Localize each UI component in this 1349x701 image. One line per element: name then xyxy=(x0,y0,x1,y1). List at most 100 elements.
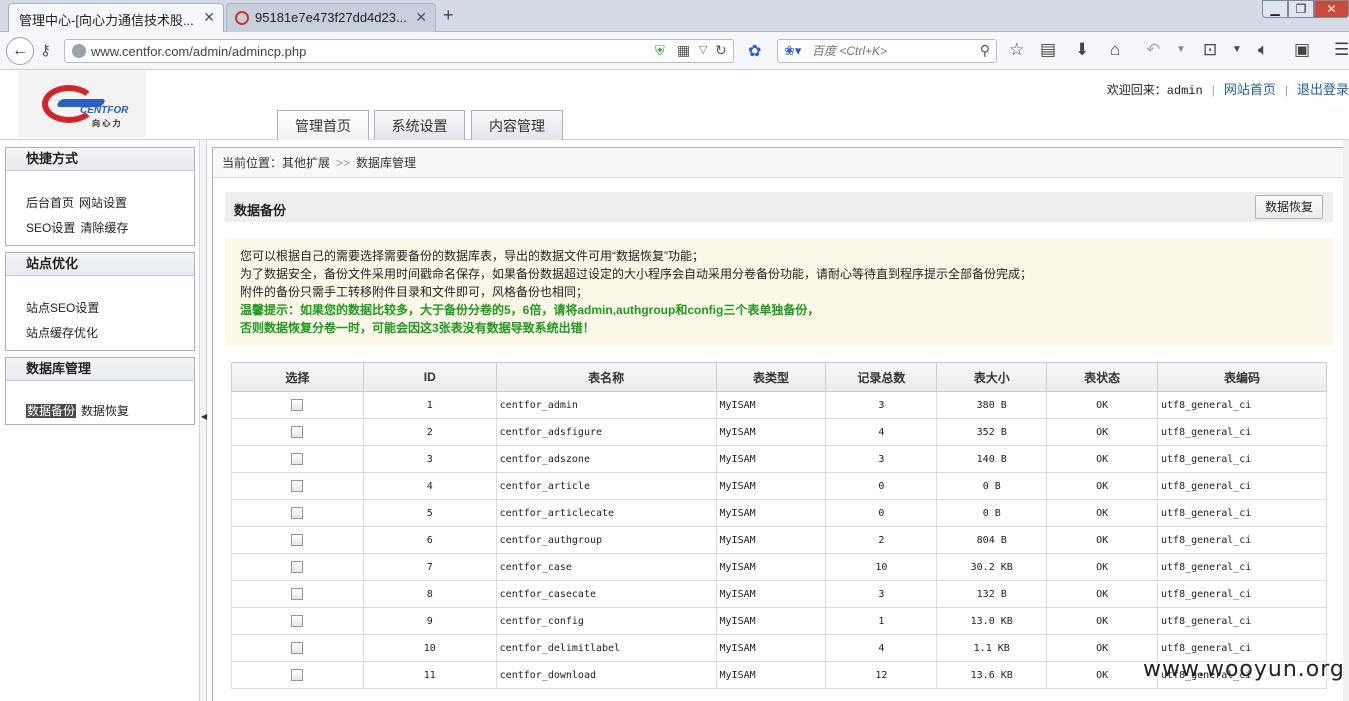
row-checkbox[interactable] xyxy=(291,426,304,438)
qrcode-icon[interactable]: ▦ xyxy=(677,42,690,59)
watermark: www.wooyun.org xyxy=(1143,657,1345,682)
table-name-cell: centfor_adsfigure xyxy=(495,418,717,446)
key-icon[interactable]: ⚷ xyxy=(40,41,51,59)
row-checkbox[interactable] xyxy=(291,534,304,546)
baidu-paw-icon[interactable]: ❀▾ xyxy=(784,43,801,59)
reader-icon[interactable]: ▣ xyxy=(1294,40,1310,60)
browser-tab-admin[interactable]: 管理中心-[向心力通信技术股... ✕ xyxy=(8,3,224,32)
search-icon[interactable]: ⚲ xyxy=(980,42,990,59)
download-icon[interactable]: ⬇ xyxy=(1075,40,1089,60)
reading-list-icon[interactable]: ▤ xyxy=(1040,40,1056,60)
site-home-link[interactable]: 网站首页 xyxy=(1224,82,1276,97)
table-size-cell: 352 B xyxy=(936,418,1048,446)
table-row: 9 centfor_config MyISAM 1 13.0 KB OK utf8_gene… xyxy=(231,607,1327,635)
tab-title: 95181e7e473f27dd4d23... xyxy=(255,10,407,25)
panel-title: 数据备份 xyxy=(234,203,287,218)
centfor-logo[interactable]: CENTFOR 向 心 力 xyxy=(18,71,146,138)
sidebar-item-admin-home[interactable]: 后台首页 xyxy=(26,196,74,210)
table-status-cell: OK xyxy=(1046,634,1159,662)
row-checkbox[interactable] xyxy=(291,669,304,681)
chevron-down-icon[interactable]: ▽ xyxy=(699,43,707,56)
table-type-cell: MyISAM xyxy=(715,445,827,473)
admin-header: CENTFOR 向 心 力 管理首页 系统设置 内容管理 欢迎回来：admin |… xyxy=(0,71,1349,140)
star-icon[interactable]: ☆ xyxy=(1009,40,1024,60)
bookmark-flower-icon[interactable]: ✿ xyxy=(748,41,761,61)
id-cell: 3 xyxy=(362,445,497,473)
select-cell xyxy=(231,580,364,608)
sidebar-section-title: 站点优化 xyxy=(6,253,194,276)
table-name-cell: centfor_case xyxy=(495,553,717,581)
search-box[interactable]: ❀▾ ⚲ xyxy=(777,39,997,63)
row-checkbox[interactable] xyxy=(291,642,304,654)
speaker-icon[interactable]: 🔈︎ xyxy=(1258,40,1268,60)
address-bar[interactable]: www.centfor.com/admin/admincp.php ⛨ ▦ ▽ … xyxy=(64,39,734,63)
new-tab-button[interactable]: + xyxy=(443,5,454,26)
table-type-cell: MyISAM xyxy=(715,634,827,662)
minimize-icon[interactable]: ▁ xyxy=(1262,0,1288,18)
collapse-arrow-icon[interactable]: ◀ xyxy=(201,412,207,421)
sidebar-splitter[interactable]: ◀ xyxy=(199,140,207,701)
window-close-icon[interactable]: ✕ xyxy=(1314,0,1349,18)
back-arrow-icon[interactable]: ← xyxy=(6,37,34,65)
sidebar-item-cache-optimize[interactable]: 站点缓存优化 xyxy=(26,326,98,340)
chevron-down-icon[interactable]: ▼ xyxy=(1176,44,1186,55)
sidebar-item-data-backup[interactable]: 数据备份 xyxy=(26,404,77,418)
id-cell: 6 xyxy=(362,526,497,554)
home-icon[interactable]: ⌂ xyxy=(1110,40,1120,60)
select-cell xyxy=(231,634,364,662)
sidebar-item-data-restore[interactable]: 数据恢复 xyxy=(81,404,129,418)
logo-subtitle: 向 心 力 xyxy=(92,119,121,128)
close-icon[interactable]: ✕ xyxy=(415,9,427,26)
tab-admin-home[interactable]: 管理首页 xyxy=(277,110,369,140)
table-name-cell: centfor_casecate xyxy=(495,580,717,608)
id-cell: 11 xyxy=(362,661,497,689)
id-cell: 9 xyxy=(362,607,497,635)
id-cell: 5 xyxy=(362,499,497,527)
row-checkbox[interactable] xyxy=(291,615,304,627)
row-checkbox[interactable] xyxy=(291,507,304,519)
menu-icon[interactable]: ☰ xyxy=(1334,40,1349,60)
select-cell xyxy=(231,661,364,689)
reload-icon[interactable]: ↻ xyxy=(715,42,727,59)
shield-icon[interactable]: ⛨ xyxy=(655,43,665,59)
close-icon[interactable]: ✕ xyxy=(203,9,215,26)
select-cell xyxy=(231,607,364,635)
crop-icon[interactable]: ⊡ xyxy=(1203,40,1217,60)
row-checkbox[interactable] xyxy=(291,561,304,573)
row-checkbox[interactable] xyxy=(291,453,304,465)
tab-system-settings[interactable]: 系统设置 xyxy=(374,110,465,140)
row-checkbox[interactable] xyxy=(291,399,304,411)
chevron-down-icon[interactable]: ▼ xyxy=(1232,44,1242,55)
breadcrumb-current: 数据库管理 xyxy=(356,156,417,170)
row-checkbox[interactable] xyxy=(291,588,304,600)
sidebar-item-site-settings[interactable]: 网站设置 xyxy=(79,196,127,210)
data-restore-button[interactable]: 数据恢复 xyxy=(1254,195,1323,219)
table-size-cell: 0 B xyxy=(936,499,1048,527)
row-checkbox[interactable] xyxy=(291,480,304,492)
browser-nav-bar: ← ⚷ www.centfor.com/admin/admincp.php ⛨ … xyxy=(0,32,1349,70)
table-status-cell: OK xyxy=(1046,445,1159,473)
breadcrumb-parent[interactable]: 其他扩展 xyxy=(282,156,330,170)
maximize-icon[interactable]: ❐ xyxy=(1288,0,1314,18)
url-text[interactable]: www.centfor.com/admin/admincp.php xyxy=(91,44,306,59)
table-status-cell: OK xyxy=(1046,661,1159,689)
search-input[interactable] xyxy=(812,43,972,59)
table-charset-cell: utf8_general_ci xyxy=(1157,445,1327,473)
browser-tab-image[interactable]: 95181e7e473f27dd4d23... ✕ xyxy=(226,3,436,32)
table-charset-cell: utf8_general_ci xyxy=(1157,553,1327,581)
table-name-cell: centfor_config xyxy=(495,607,717,635)
id-cell: 8 xyxy=(362,580,497,608)
undo-icon[interactable]: ↶ xyxy=(1146,40,1160,60)
id-cell: 4 xyxy=(362,472,497,500)
sidebar-item-clear-cache[interactable]: 清除缓存 xyxy=(80,221,128,235)
tab-content-management[interactable]: 内容管理 xyxy=(471,110,563,140)
table-type-cell: MyISAM xyxy=(715,553,827,581)
sidebar-item-seo-settings[interactable]: SEO设置 xyxy=(26,221,75,235)
sidebar-item-site-seo[interactable]: 站点SEO设置 xyxy=(26,301,99,315)
table-row: 7 centfor_case MyISAM 10 30.2 KB OK utf8_gener… xyxy=(231,553,1327,581)
col-header-type: 表类型 xyxy=(715,362,827,392)
record-count-cell: 4 xyxy=(825,418,938,446)
logout-link[interactable]: 退出登录 xyxy=(1297,82,1349,97)
table-row: 8 centfor_casecate MyISAM 3 132 B OK utf8_gene… xyxy=(231,580,1327,608)
table-name-cell: centfor_article xyxy=(495,472,717,500)
